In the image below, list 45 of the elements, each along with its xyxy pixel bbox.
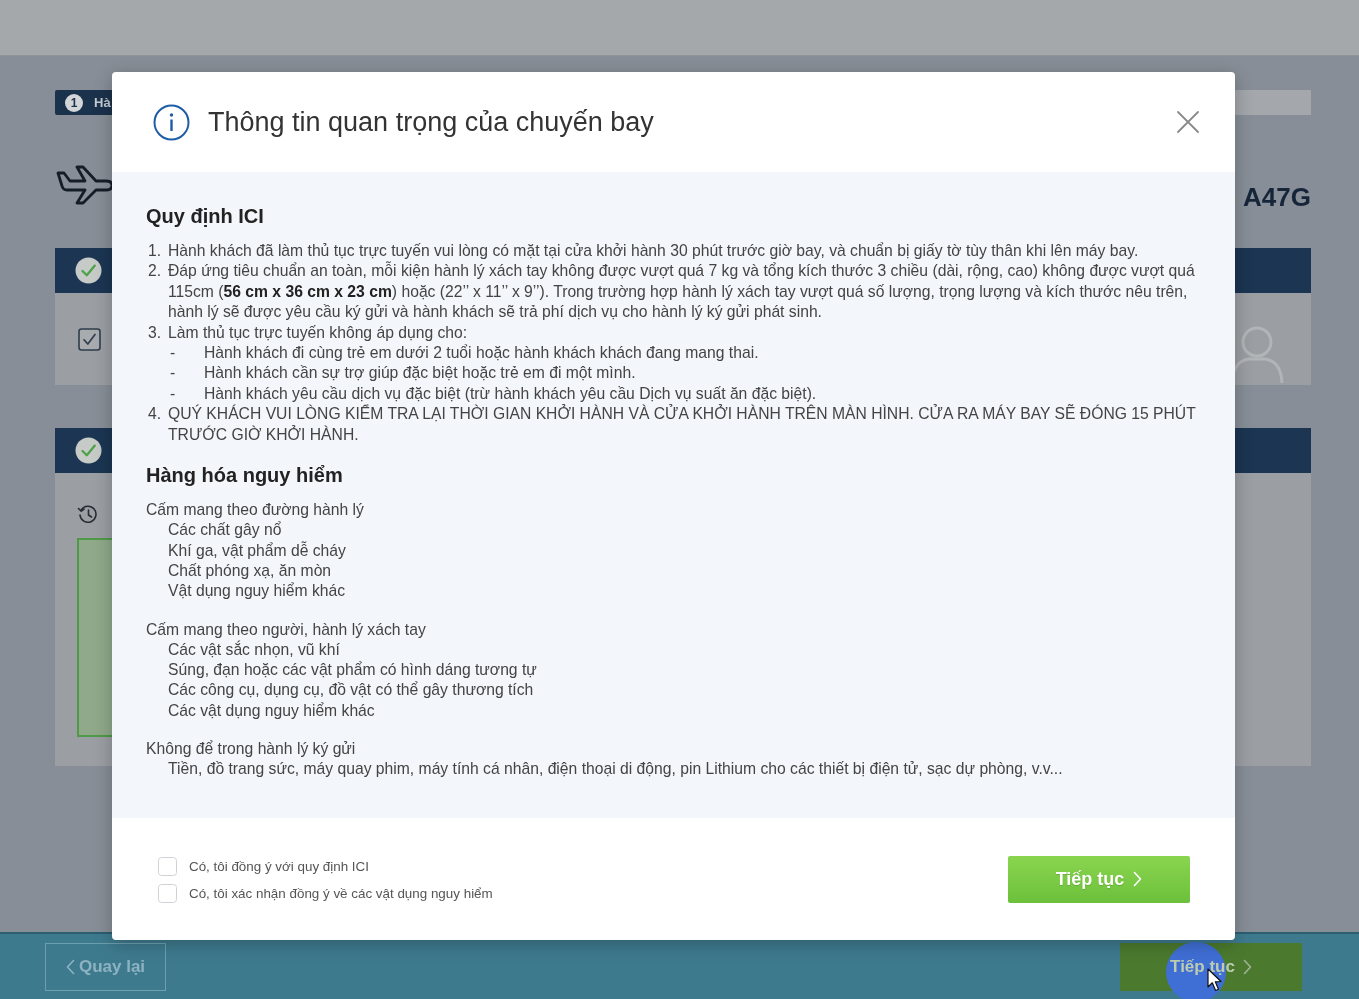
sub-item-text: Hành khách yêu cầu dịch vụ đặc biệt (trừ hành khách yêu cầu Dịch vụ suất ăn đặc biệt). <box>204 383 817 404</box>
airplane-icon <box>55 165 113 205</box>
group-title: Không để trong hành lý ký gửi <box>146 739 357 760</box>
close-button[interactable] <box>1176 110 1200 134</box>
group-item: Vật dụng nguy hiểm khác <box>167 581 347 602</box>
group-item: Các vật dụng nguy hiểm khác <box>167 700 376 721</box>
list-marker: - <box>169 363 177 384</box>
list-number: 1. <box>147 241 163 261</box>
chevron-right-icon <box>1242 958 1252 975</box>
step-number: 1 <box>65 93 83 112</box>
group-item: Súng, đạn hoặc các vật phẩm có hình dáng tương tự <box>167 660 538 681</box>
sub-item-text: Hành khách đi cùng trẻ em dưới 2 tuổi hoặc hành khách khách đang mang thai. <box>204 343 759 364</box>
group-item: Khí ga, vật phẩm dễ cháy <box>167 540 347 561</box>
list-number: 2. <box>147 261 163 282</box>
flight-code: A47G <box>1243 184 1311 210</box>
list-item-text: Hành khách đã làm thủ tục trực tuyến vui lòng có mặt tại cửa khởi hành 30 phút trước giờ bay, và chuẩn bị giấy tờ tùy thân khi lên máy bay. <box>168 241 1140 261</box>
step-label: Hà <box>94 95 111 110</box>
list-item-text: Làm thủ tục trực tuyến không áp dụng cho: <box>168 322 469 343</box>
list-marker: - <box>169 383 177 404</box>
section-heading: Quy định ICI <box>146 204 265 228</box>
chevron-right-icon <box>1133 871 1143 887</box>
checkbox[interactable] <box>78 327 101 351</box>
history-icon <box>77 504 98 524</box>
continue-button[interactable]: Tiếp tục <box>1008 855 1190 903</box>
group-item: Tiền, đồ trang sức, máy quay phim, máy tính cá nhân, điện thoại di động, pin Lithium cho các thiết bị điện tử, sạc dự phòng, v.v... <box>167 759 1064 780</box>
list-item-text: QUÝ KHÁCH VUI LÒNG KIỂM TRA LẠI THỜI GIAN KHỞI HÀNH VÀ CỬA KHỞI HÀNH TRÊN MÀN HÌNH. CỬA RA MÁY BAY SẼ ĐÓNG 15 PHÚT TRƯỚC GIỜ KHỞI HÀNH. <box>168 404 1197 445</box>
section-heading: Hàng hóa nguy hiểm <box>146 463 344 488</box>
list-number: 4. <box>147 404 163 425</box>
list-number: 3. <box>147 322 163 343</box>
list-marker: - <box>169 343 177 364</box>
group-title: Cấm mang theo đường hành lý <box>146 500 365 521</box>
agreement-label: Có, tôi xác nhận đồng ý về các vật dụng nguy hiểm <box>189 886 493 901</box>
chevron-left-icon <box>65 958 75 975</box>
sub-item-text: Hành khách cần sự trợ giúp đặc biệt hoặc trẻ em đi một mình. <box>204 363 636 384</box>
info-icon <box>153 103 190 141</box>
group-item: Các chất gây nổ <box>167 520 283 541</box>
back-button[interactable]: Quay lại <box>45 942 166 991</box>
dialog-title: Thông tin quan trọng của chuyến bay <box>208 106 654 138</box>
group-item: Các công cụ, dụng cụ, đồ vật có thể gây thương tích <box>167 680 535 701</box>
group-title: Cấm mang theo người, hành lý xách tay <box>146 619 427 640</box>
close-icon <box>1176 110 1200 134</box>
group-item: Các vật sắc nhọn, vũ khí <box>167 639 341 660</box>
agreement-label: Có, tôi đồng ý với quy định ICI <box>189 859 369 874</box>
group-item: Chất phóng xạ, ăn mòn <box>167 560 333 581</box>
list-item-text: Đáp ứng tiêu chuẩn an toàn, mỗi kiện hành lý xách tay không được vượt quá 7 kg và tổng kích thước 3 chiều (dài, rộng, cao) không được vượt quá 115cm (56 cm x 36 cm x 23 cm) hoặc (22’’ x 11’’ x 9’’). Trong trường hợp hành lý xách tay vượt quá số lượng, trọng lượng và kích thước nêu trên, hành lý sẽ được yêu cầu ký gửi và hành khách sẽ trả phí dịch vụ cho hành lý ký gửi phát sinh. <box>168 261 1196 323</box>
